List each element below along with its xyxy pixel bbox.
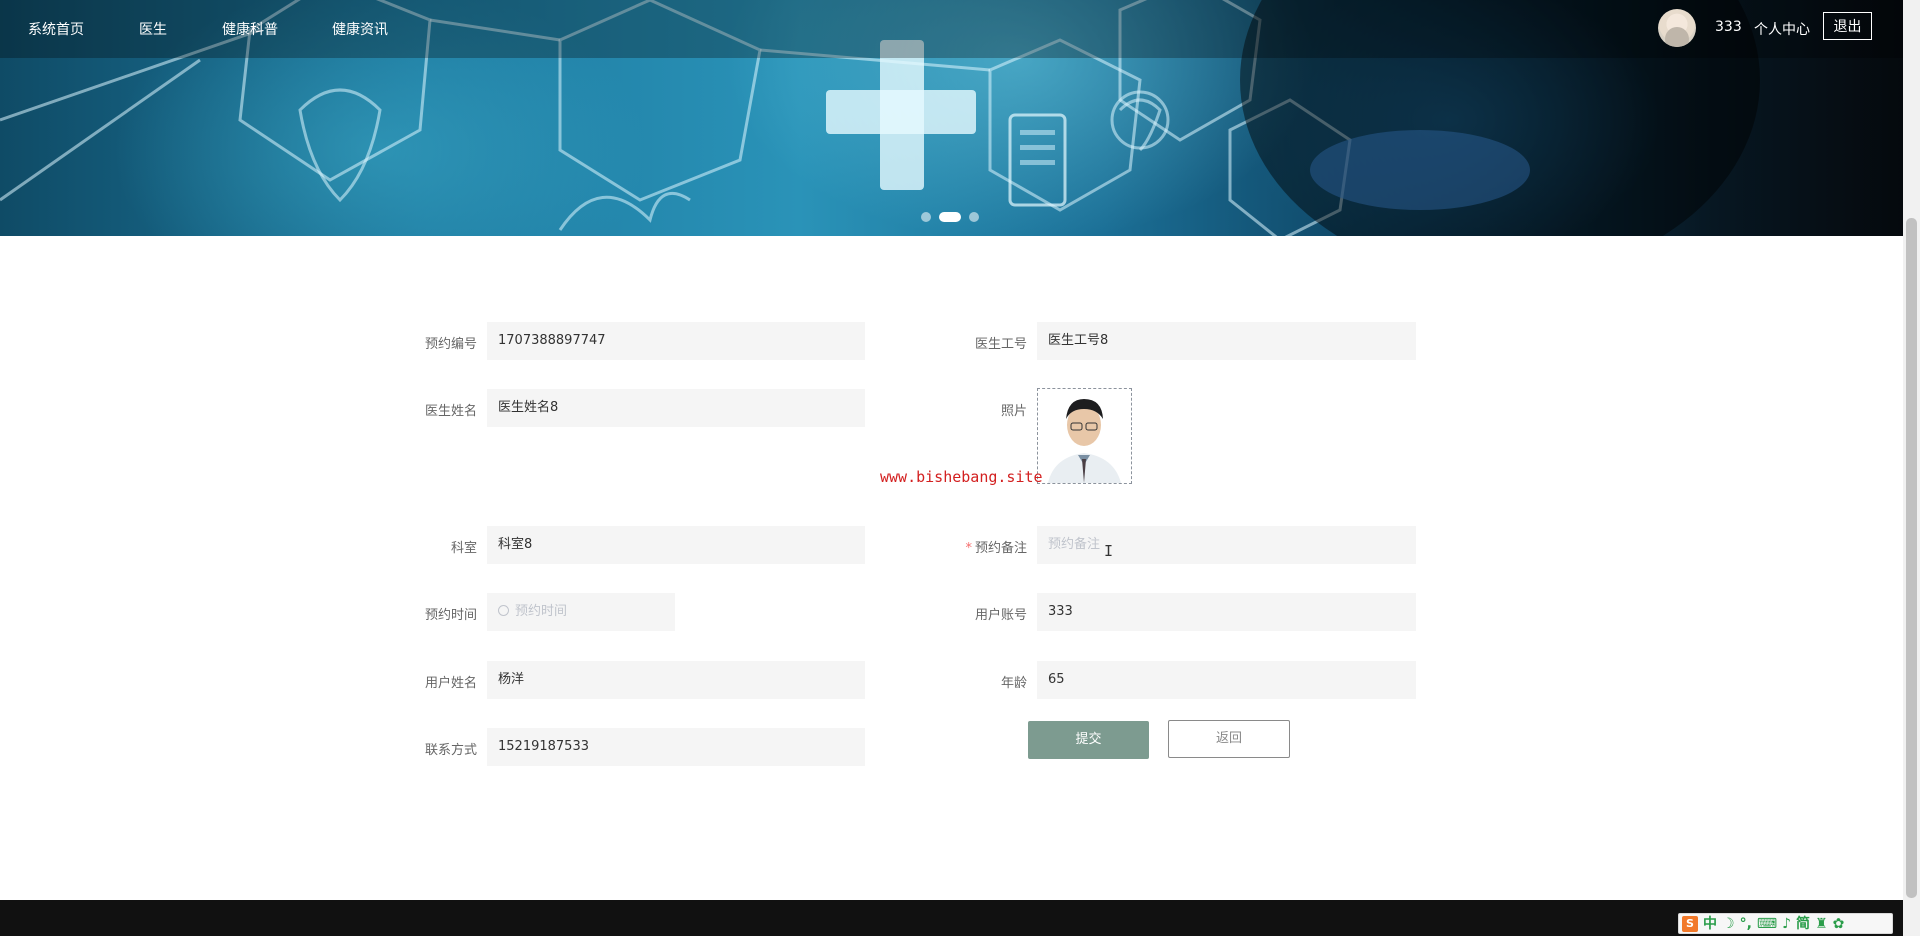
ime-simplified-toggle[interactable]: 简	[1796, 916, 1810, 932]
text-cursor-icon: I	[1104, 542, 1114, 560]
carousel-dot-3[interactable]	[969, 212, 979, 222]
submit-button[interactable]: 提交	[1028, 721, 1149, 759]
ime-logo-icon: S	[1682, 915, 1698, 932]
user-name: 333	[1715, 19, 1742, 35]
keyboard-icon[interactable]: ⌨	[1757, 916, 1777, 932]
user-name-field[interactable]: 杨洋	[487, 661, 865, 699]
personal-center-link[interactable]: 个人中心	[1754, 19, 1810, 39]
back-button[interactable]: 返回	[1168, 720, 1290, 758]
doctor-photo	[1038, 389, 1131, 483]
age-label: 年龄	[1000, 676, 1027, 691]
remark-input[interactable]: 预约备注	[1037, 526, 1416, 564]
carousel-indicators	[921, 212, 979, 222]
doctor-name-label: 医生姓名	[424, 404, 477, 419]
watermark-text: www.bishebang.site	[880, 468, 1043, 486]
department-field[interactable]: 科室8	[487, 526, 865, 564]
page-footer	[0, 900, 1903, 936]
department-label: 科室	[450, 541, 477, 556]
logout-button[interactable]: 退出	[1823, 12, 1872, 40]
required-mark: *	[965, 541, 972, 556]
carousel-dot-2[interactable]	[939, 212, 961, 222]
booking-time-placeholder: 预约时间	[515, 604, 568, 619]
user-name-label: 用户姓名	[424, 676, 477, 691]
doctor-id-label: 医生工号	[974, 337, 1027, 352]
carousel-dot-1[interactable]	[921, 212, 931, 222]
microphone-icon[interactable]: ♪	[1782, 916, 1791, 932]
page-scrollbar-thumb[interactable]	[1906, 218, 1917, 898]
ime-toolbar[interactable]: S 中 ☽ °, ⌨ ♪ 简 ♜ ✿	[1678, 913, 1893, 934]
top-navigation-bar: 系统首页 医生 健康科普 健康资讯 333 个人中心 退出	[0, 0, 1903, 58]
nav-item-health-science[interactable]: 健康科普	[222, 19, 278, 39]
settings-gear-icon[interactable]: ✿	[1833, 916, 1845, 932]
skin-icon[interactable]: ♜	[1815, 916, 1828, 932]
booking-time-label: 预约时间	[424, 608, 477, 623]
nav-item-home[interactable]: 系统首页	[28, 19, 84, 39]
punctuation-icon[interactable]: °,	[1740, 916, 1752, 932]
remark-label-text: 预约备注	[974, 541, 1027, 556]
hero-banner: 系统首页 医生 健康科普 健康资讯 333 个人中心 退出	[0, 0, 1903, 236]
user-avatar[interactable]	[1658, 9, 1696, 47]
nav-item-health-news[interactable]: 健康资讯	[332, 19, 388, 39]
doctor-photo-upload[interactable]	[1037, 388, 1132, 484]
doctor-name-field[interactable]: 医生姓名8	[487, 389, 865, 427]
moon-icon[interactable]: ☽	[1722, 916, 1735, 932]
clock-icon	[498, 605, 509, 616]
nav-item-doctors[interactable]: 医生	[139, 19, 167, 39]
account-field[interactable]: 333	[1037, 593, 1416, 631]
remark-label: * 预约备注	[937, 537, 1027, 556]
booking-no-field[interactable]: 1707388897747	[487, 322, 865, 360]
doctor-id-field[interactable]: 医生工号8	[1037, 322, 1416, 360]
ime-mode-toggle[interactable]: 中	[1703, 916, 1717, 932]
account-label: 用户账号	[974, 608, 1027, 623]
phone-field[interactable]: 15219187533	[487, 728, 865, 766]
photo-label: 照片	[1000, 404, 1027, 419]
age-field[interactable]: 65	[1037, 661, 1416, 699]
booking-no-label: 预约编号	[424, 337, 477, 352]
phone-label: 联系方式	[424, 743, 477, 758]
booking-time-picker[interactable]: 预约时间	[487, 593, 675, 631]
